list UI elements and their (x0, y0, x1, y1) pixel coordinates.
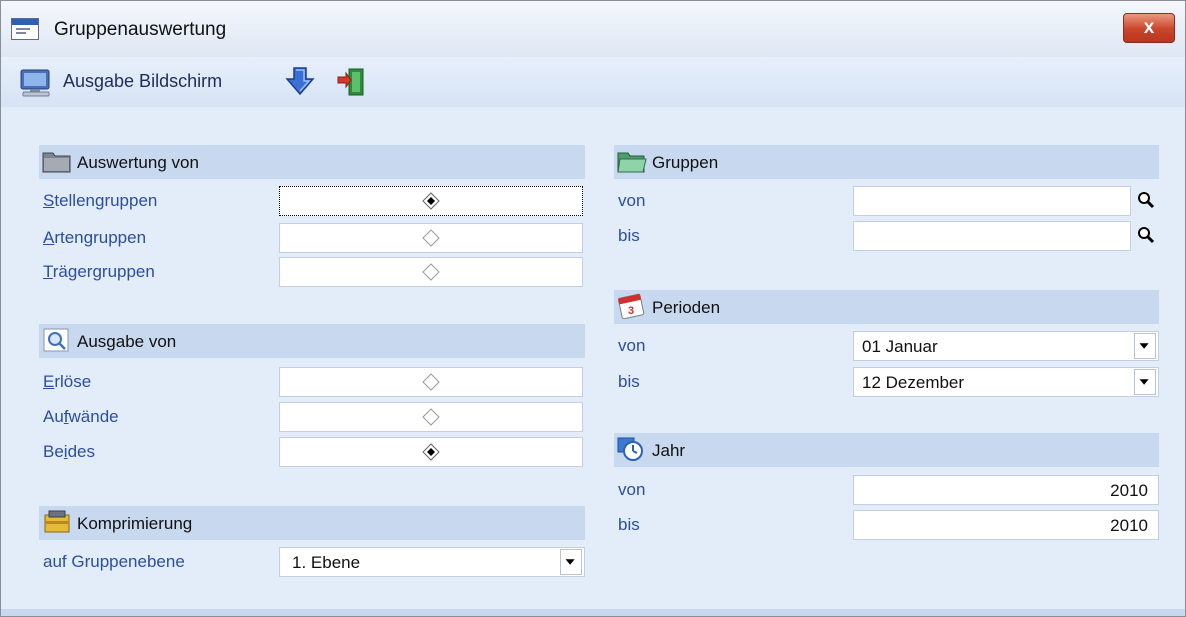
jahr-bis-value: 2010 (1110, 516, 1148, 535)
section-title: Perioden (652, 298, 721, 317)
section-title: Jahr (652, 441, 686, 460)
radio-empty-icon (422, 229, 440, 247)
exit-door-icon[interactable] (335, 67, 367, 97)
perioden-bis-dropdown-button[interactable] (1134, 369, 1156, 395)
compress-icon (44, 510, 70, 533)
jahr-von-label: von (618, 480, 646, 499)
chevron-down-icon (1139, 379, 1149, 385)
section-gruppen: Gruppen (614, 145, 1159, 179)
option-beides-label[interactable]: Beides (43, 437, 95, 467)
section-title: Komprimierung (77, 514, 193, 533)
jahr-bis-label: bis (618, 515, 640, 534)
gruppen-von-label: von (618, 191, 646, 210)
radio-empty-icon (422, 408, 440, 426)
section-ausgabe-von: Ausgabe von (39, 324, 585, 358)
perioden-bis-label: bis (618, 372, 640, 391)
dialog-window: Gruppenauswertung x Ausgabe Bildschirm A… (0, 0, 1186, 617)
perioden-von-select[interactable]: 01 Januar (853, 331, 1159, 361)
chevron-down-icon (1139, 343, 1149, 349)
gruppenebene-label: auf Gruppenebene (43, 552, 185, 571)
option-stellengruppen-label[interactable]: Stellengruppen (43, 186, 157, 216)
gruppen-von-input[interactable] (853, 186, 1131, 216)
svg-text:3: 3 (628, 305, 634, 317)
section-title: Gruppen (652, 153, 719, 172)
radio-empty-icon (422, 263, 440, 281)
section-title: Ausgabe von (77, 332, 177, 351)
gruppenebene-value: 1. Ebene (292, 553, 361, 572)
perioden-von-label: von (618, 336, 646, 355)
magnifier-icon (43, 328, 69, 352)
calendar-icon: 3 (618, 293, 645, 319)
search-icon[interactable] (1134, 188, 1158, 214)
title-bar[interactable]: Gruppenauswertung x (1, 1, 1185, 57)
option-erloese-radio[interactable] (279, 367, 583, 397)
section-title: Auswertung von (77, 153, 199, 172)
section-auswertung-von: Auswertung von (39, 145, 585, 179)
toolbar: Ausgabe Bildschirm (1, 57, 1185, 107)
gruppen-bis-input[interactable] (853, 221, 1131, 251)
perioden-bis-select[interactable]: 12 Dezember (853, 367, 1159, 397)
gruppenebene-select[interactable]: 1. Ebene (279, 547, 585, 577)
folder-open-icon (617, 152, 647, 173)
app-window-icon (11, 18, 39, 40)
window-title: Gruppenauswertung (54, 19, 227, 40)
status-strip (1, 609, 1185, 616)
search-icon[interactable] (1134, 223, 1158, 249)
chevron-down-icon (565, 559, 575, 565)
option-artengruppen-label[interactable]: Artengruppen (43, 223, 146, 253)
section-perioden: 3 Perioden (614, 290, 1159, 324)
radio-selected-icon (422, 192, 440, 210)
option-aufwaende-radio[interactable] (279, 402, 583, 432)
radio-selected-icon (422, 443, 440, 461)
gruppen-bis-label: bis (618, 226, 640, 245)
gruppenebene-dropdown-button[interactable] (560, 549, 582, 575)
section-komprimierung: Komprimierung (39, 506, 585, 540)
clock-icon (617, 437, 643, 461)
close-icon: x (1143, 17, 1155, 38)
monitor-icon[interactable] (19, 69, 53, 97)
radio-empty-icon (422, 373, 440, 391)
output-screen-button[interactable]: Ausgabe Bildschirm (63, 71, 222, 92)
option-artengruppen-radio[interactable] (279, 223, 583, 253)
close-button[interactable]: x (1123, 13, 1175, 43)
option-aufwaende-label[interactable]: Aufwände (43, 402, 119, 432)
option-traegergruppen-label[interactable]: Trägergruppen (43, 257, 155, 287)
option-stellengruppen-radio[interactable] (279, 186, 583, 216)
jahr-bis-input[interactable]: 2010 (853, 510, 1159, 540)
download-arrow-icon[interactable] (285, 66, 315, 96)
option-erloese-label[interactable]: Erlöse (43, 367, 91, 397)
perioden-von-value: 01 Januar (862, 337, 938, 356)
perioden-bis-value: 12 Dezember (862, 373, 965, 392)
option-traegergruppen-radio[interactable] (279, 257, 583, 287)
jahr-von-value: 2010 (1110, 481, 1148, 500)
option-beides-radio[interactable] (279, 437, 583, 467)
folder-icon (42, 152, 71, 173)
jahr-von-input[interactable]: 2010 (853, 475, 1159, 505)
perioden-von-dropdown-button[interactable] (1134, 333, 1156, 359)
section-jahr: Jahr (614, 433, 1159, 467)
